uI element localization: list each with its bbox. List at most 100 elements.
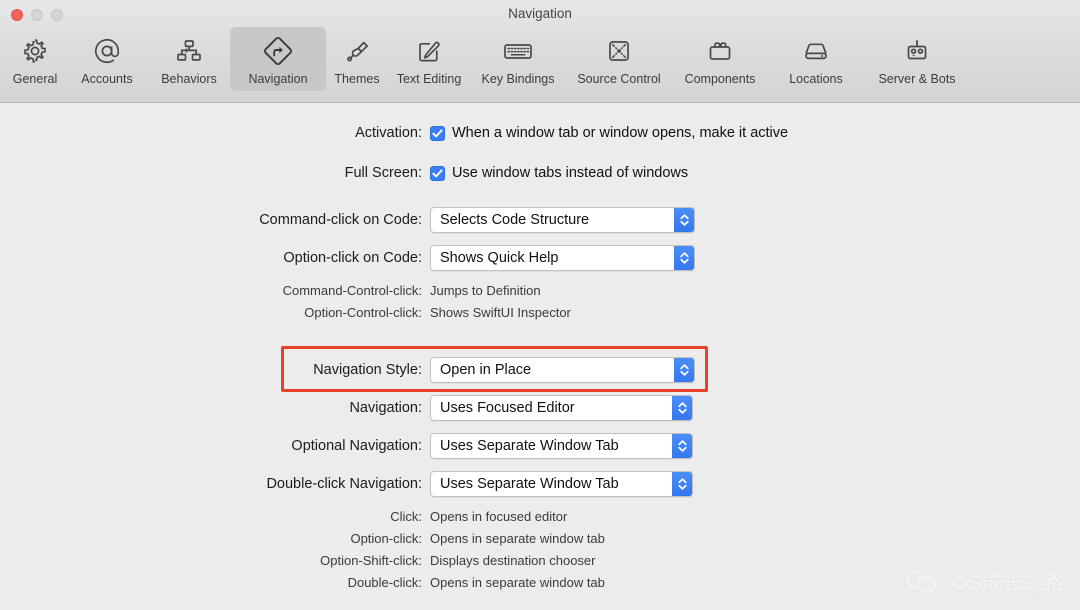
- command-click-on-code-value: Selects Code Structure: [440, 212, 590, 228]
- click-label: Click:: [390, 509, 422, 524]
- traffic-lights: [11, 9, 63, 21]
- option-click-label: Option-click:: [350, 531, 422, 546]
- click-value: Opens in focused editor: [430, 509, 568, 524]
- row-option-click: Option-click: Opens in separate window t…: [0, 531, 1080, 546]
- option-shift-click-label: Option-Shift-click:: [320, 553, 422, 568]
- preferences-toolbar: General Accounts Behaviors Navigation Th…: [0, 27, 1080, 103]
- toolbox-icon: [705, 31, 735, 71]
- navigation-style-value: Open in Place: [440, 362, 532, 378]
- chevron-updown-icon[interactable]: [672, 434, 692, 458]
- source-control-icon: [604, 31, 634, 71]
- row-navigation: Navigation: Uses Focused Editor: [0, 395, 1080, 421]
- window-title: Navigation: [508, 6, 572, 21]
- row-command-control-click: Command-Control-click: Jumps to Definiti…: [0, 283, 1080, 298]
- pencil-square-icon: [414, 31, 444, 71]
- command-control-click-label: Command-Control-click:: [282, 283, 422, 298]
- row-click: Click: Opens in focused editor: [0, 509, 1080, 524]
- maximize-window-button[interactable]: [51, 9, 63, 21]
- preferences-content: Activation: When a window tab or window …: [0, 103, 1080, 610]
- optional-navigation-value: Uses Separate Window Tab: [440, 438, 619, 454]
- toolbar-item-label: Locations: [789, 72, 843, 86]
- chevron-updown-icon[interactable]: [674, 358, 694, 382]
- toolbar-item-components[interactable]: Components: [672, 27, 768, 91]
- toolbar-item-label: Accounts: [81, 72, 133, 86]
- full-screen-checkbox-group[interactable]: Use window tabs instead of windows: [430, 165, 688, 181]
- paintbrush-icon: [342, 31, 372, 71]
- option-click-on-code-value: Shows Quick Help: [440, 250, 559, 266]
- activation-checkbox-group[interactable]: When a window tab or window opens, make …: [430, 125, 788, 141]
- optional-navigation-label: Optional Navigation:: [291, 438, 422, 454]
- toolbar-item-server-and-bots[interactable]: Server & Bots: [864, 27, 970, 91]
- row-command-click-on-code: Command-click on Code: Selects Code Stru…: [0, 207, 1080, 233]
- gear-icon: [20, 31, 50, 71]
- toolbar-item-label: Key Bindings: [481, 72, 555, 86]
- navigation-style-label: Navigation Style:: [313, 362, 422, 378]
- chevron-updown-icon[interactable]: [674, 208, 694, 232]
- toolbar-item-label: Components: [684, 72, 756, 86]
- toolbar-item-accounts[interactable]: Accounts: [66, 27, 148, 91]
- watermark: iOS成长之路: [905, 567, 1064, 596]
- toolbar-item-label: Themes: [334, 72, 380, 86]
- row-double-click-navigation: Double-click Navigation: Uses Separate W…: [0, 471, 1080, 497]
- option-click-on-code-label: Option-click on Code:: [283, 250, 422, 266]
- toolbar-item-label: Source Control: [577, 72, 661, 86]
- toolbar-item-source-control[interactable]: Source Control: [566, 27, 672, 91]
- hard-drive-icon: [801, 31, 831, 71]
- navigation-style-select[interactable]: Open in Place: [430, 357, 695, 383]
- option-click-on-code-select[interactable]: Shows Quick Help: [430, 245, 695, 271]
- chevron-updown-icon[interactable]: [674, 246, 694, 270]
- wechat-icon: [905, 568, 939, 596]
- row-full-screen: Full Screen: Use window tabs instead of …: [0, 165, 1080, 181]
- activation-label: Activation:: [355, 125, 422, 141]
- toolbar-item-behaviors[interactable]: Behaviors: [148, 27, 230, 91]
- command-click-on-code-select[interactable]: Selects Code Structure: [430, 207, 695, 233]
- toolbar-item-label: Text Editing: [396, 72, 462, 86]
- navigation-label: Navigation:: [349, 400, 422, 416]
- toolbar-item-general[interactable]: General: [4, 27, 66, 91]
- preferences-window: Navigation General Accounts Behaviors Na…: [0, 0, 1080, 610]
- double-click-navigation-select[interactable]: Uses Separate Window Tab: [430, 471, 693, 497]
- turn-arrow-diamond-icon: [261, 31, 295, 71]
- activation-checkbox-label: When a window tab or window opens, make …: [452, 125, 789, 141]
- robot-icon: [902, 31, 932, 71]
- option-shift-click-value: Displays destination chooser: [430, 553, 596, 568]
- toolbar-item-text-editing[interactable]: Text Editing: [388, 27, 470, 91]
- double-click-value: Opens in separate window tab: [430, 575, 605, 590]
- navigation-select[interactable]: Uses Focused Editor: [430, 395, 693, 421]
- toolbar-item-navigation[interactable]: Navigation: [230, 27, 326, 91]
- row-option-click-on-code: Option-click on Code: Shows Quick Help: [0, 245, 1080, 271]
- full-screen-checkbox[interactable]: [430, 165, 445, 181]
- org-chart-icon: [174, 31, 204, 71]
- toolbar-item-label: Navigation: [248, 72, 308, 86]
- full-screen-checkbox-label: Use window tabs instead of windows: [452, 165, 689, 181]
- toolbar-item-label: Behaviors: [161, 72, 217, 86]
- watermark-text: iOS成长之路: [947, 573, 1064, 595]
- option-control-click-label: Option-Control-click:: [304, 305, 422, 320]
- row-option-control-click: Option-Control-click: Shows SwiftUI Insp…: [0, 305, 1080, 320]
- command-control-click-value: Jumps to Definition: [430, 283, 541, 298]
- row-activation: Activation: When a window tab or window …: [0, 125, 1080, 141]
- activation-checkbox[interactable]: [430, 125, 445, 141]
- toolbar-item-label: Server & Bots: [878, 72, 956, 86]
- chevron-updown-icon[interactable]: [672, 472, 692, 496]
- optional-navigation-select[interactable]: Uses Separate Window Tab: [430, 433, 693, 459]
- chevron-updown-icon[interactable]: [672, 396, 692, 420]
- toolbar-item-themes[interactable]: Themes: [326, 27, 388, 91]
- option-click-value: Opens in separate window tab: [430, 531, 605, 546]
- double-click-label: Double-click:: [347, 575, 422, 590]
- row-optional-navigation: Optional Navigation: Uses Separate Windo…: [0, 433, 1080, 459]
- option-control-click-value: Shows SwiftUI Inspector: [430, 305, 571, 320]
- toolbar-item-key-bindings[interactable]: Key Bindings: [470, 27, 566, 91]
- row-navigation-style: Navigation Style: Open in Place: [0, 357, 1080, 383]
- double-click-navigation-value: Uses Separate Window Tab: [440, 476, 619, 492]
- keyboard-icon: [501, 31, 535, 71]
- toolbar-item-locations[interactable]: Locations: [768, 27, 864, 91]
- at-sign-icon: [91, 31, 123, 71]
- double-click-navigation-label: Double-click Navigation:: [266, 476, 422, 492]
- full-screen-label: Full Screen:: [344, 165, 422, 181]
- close-window-button[interactable]: [11, 9, 23, 21]
- toolbar-item-label: General: [12, 72, 58, 86]
- command-click-on-code-label: Command-click on Code:: [259, 212, 422, 228]
- row-option-shift-click: Option-Shift-click: Displays destination…: [0, 553, 1080, 568]
- minimize-window-button[interactable]: [31, 9, 43, 21]
